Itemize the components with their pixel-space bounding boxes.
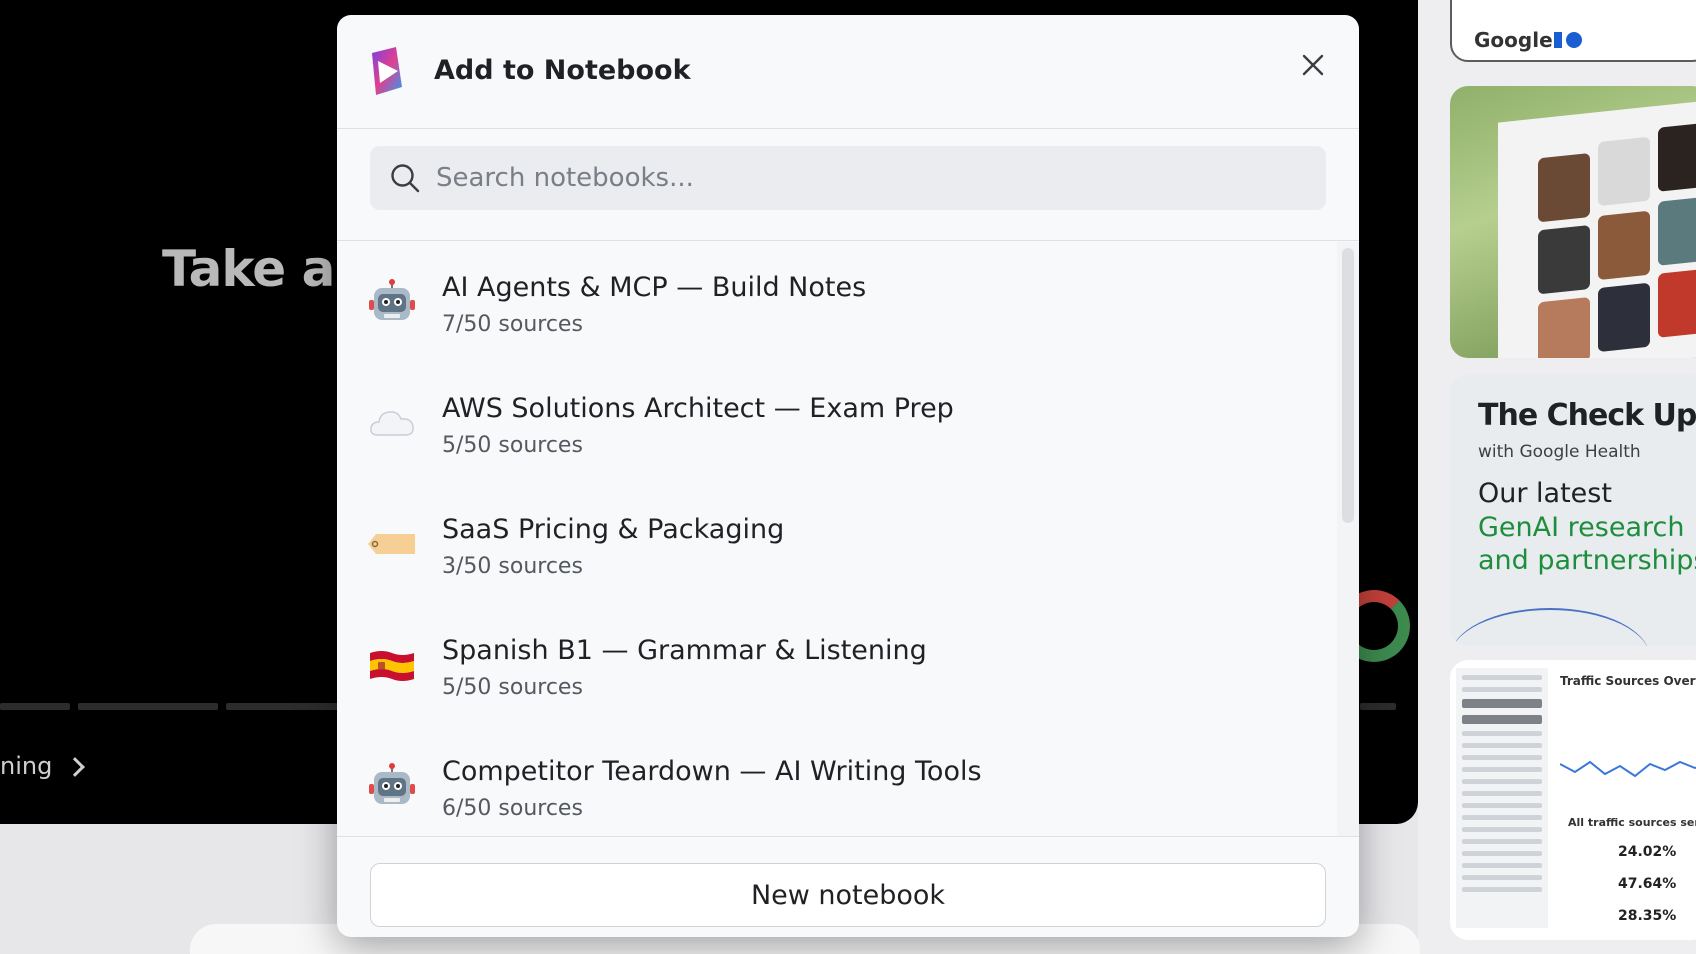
robot-icon (369, 763, 415, 804)
io-logo-dot (1566, 32, 1582, 48)
tag-icon (368, 534, 415, 554)
io-logo-icon (1554, 32, 1562, 48)
io-card-label: Google (1474, 28, 1553, 52)
check-up-line: GenAI research (1478, 512, 1685, 543)
notebook-item[interactable]: SaaS Pricing & Packaging 3/50 sources (337, 484, 1337, 604)
analytics-card[interactable]: Traffic Sources Overvie All traffic sour… (1450, 660, 1696, 940)
notebook-source-count: 5/50 sources (442, 675, 583, 700)
portrait-image (1598, 210, 1650, 281)
portrait-image (1598, 136, 1650, 207)
notebook-item[interactable]: Spanish B1 — Grammar & Listening 5/50 so… (337, 605, 1337, 725)
notebook-item[interactable]: Competitor Teardown — AI Writing Tools 6… (337, 726, 1337, 836)
check-up-line: Our latest (1478, 478, 1612, 509)
portrait-image (1538, 296, 1590, 358)
dialog-footer: New notebook (337, 836, 1359, 937)
notebook-name: Spanish B1 — Grammar & Listening (442, 635, 927, 666)
notebook-source-count: 5/50 sources (442, 433, 583, 458)
check-up-card[interactable]: The Check Up with Google Health Our late… (1450, 374, 1696, 646)
close-button[interactable] (1295, 47, 1331, 83)
dialog-header: Add to Notebook (337, 15, 1359, 129)
list-scrollbar-thumb[interactable] (1342, 248, 1354, 523)
analytics-percent: 28.35% (1618, 908, 1677, 924)
app-logo-icon (372, 47, 402, 95)
photo-wall-card[interactable] (1450, 86, 1696, 358)
dialog-title: Add to Notebook (434, 55, 691, 86)
check-up-subtitle: with Google Health (1478, 442, 1641, 462)
photo-board (1498, 97, 1696, 358)
decorative-arc (1450, 608, 1650, 646)
analytics-percent: 24.02% (1618, 844, 1677, 860)
notebook-name: SaaS Pricing & Packaging (442, 514, 785, 545)
progress-segment (0, 703, 70, 710)
notebook-source-count: 3/50 sources (442, 554, 583, 579)
background-sidebar: Google The Check Up with Google Health O… (1418, 0, 1696, 954)
portrait-image (1538, 224, 1590, 295)
portrait-image (1658, 196, 1696, 266)
learn-more-label: ning (0, 752, 53, 780)
search-box (370, 146, 1326, 210)
notebook-source-count: 6/50 sources (442, 796, 583, 821)
notebook-source-count: 7/50 sources (442, 312, 583, 337)
search-input[interactable] (436, 146, 1306, 210)
check-up-title: The Check Up (1478, 398, 1696, 433)
analytics-title: Traffic Sources Overvie (1560, 674, 1696, 688)
spain-flag-icon (370, 651, 414, 681)
check-up-line: and partnerships (1478, 545, 1696, 576)
analytics-percent: 47.64% (1618, 876, 1677, 892)
notebook-name: AI Agents & MCP — Build Notes (442, 272, 867, 303)
analytics-line-chart (1560, 760, 1696, 778)
portrait-image (1658, 268, 1696, 338)
notebook-item[interactable]: AI Agents & MCP — Build Notes 7/50 sourc… (337, 242, 1337, 362)
chevron-right-icon (65, 757, 85, 777)
add-to-notebook-dialog: Add to Notebook Search notebooks... AI A… (337, 15, 1359, 937)
portrait-image (1658, 122, 1696, 192)
notebook-list: AI Agents & MCP — Build Notes 7/50 sourc… (337, 242, 1337, 836)
search-section (337, 130, 1359, 241)
portrait-image (1538, 152, 1590, 223)
progress-segment (1360, 703, 1396, 710)
google-io-card[interactable]: Google (1450, 0, 1696, 62)
portrait-image (1598, 282, 1650, 353)
notebook-item[interactable]: AWS Solutions Architect — Exam Prep 5/50… (337, 363, 1337, 483)
cloud-icon (370, 411, 414, 436)
close-icon (1302, 54, 1324, 76)
analytics-sidebar (1456, 668, 1548, 928)
progress-segment (78, 703, 218, 710)
learn-more-link[interactable]: ning (0, 752, 85, 780)
analytics-sent-text: All traffic sources sent (1568, 816, 1696, 829)
search-icon (391, 164, 420, 193)
notebook-name: AWS Solutions Architect — Exam Prep (442, 393, 954, 424)
new-notebook-button[interactable]: New notebook (370, 863, 1326, 927)
robot-icon (369, 279, 415, 320)
progress-segment (226, 703, 346, 710)
notebook-name: Competitor Teardown — AI Writing Tools (442, 756, 982, 787)
